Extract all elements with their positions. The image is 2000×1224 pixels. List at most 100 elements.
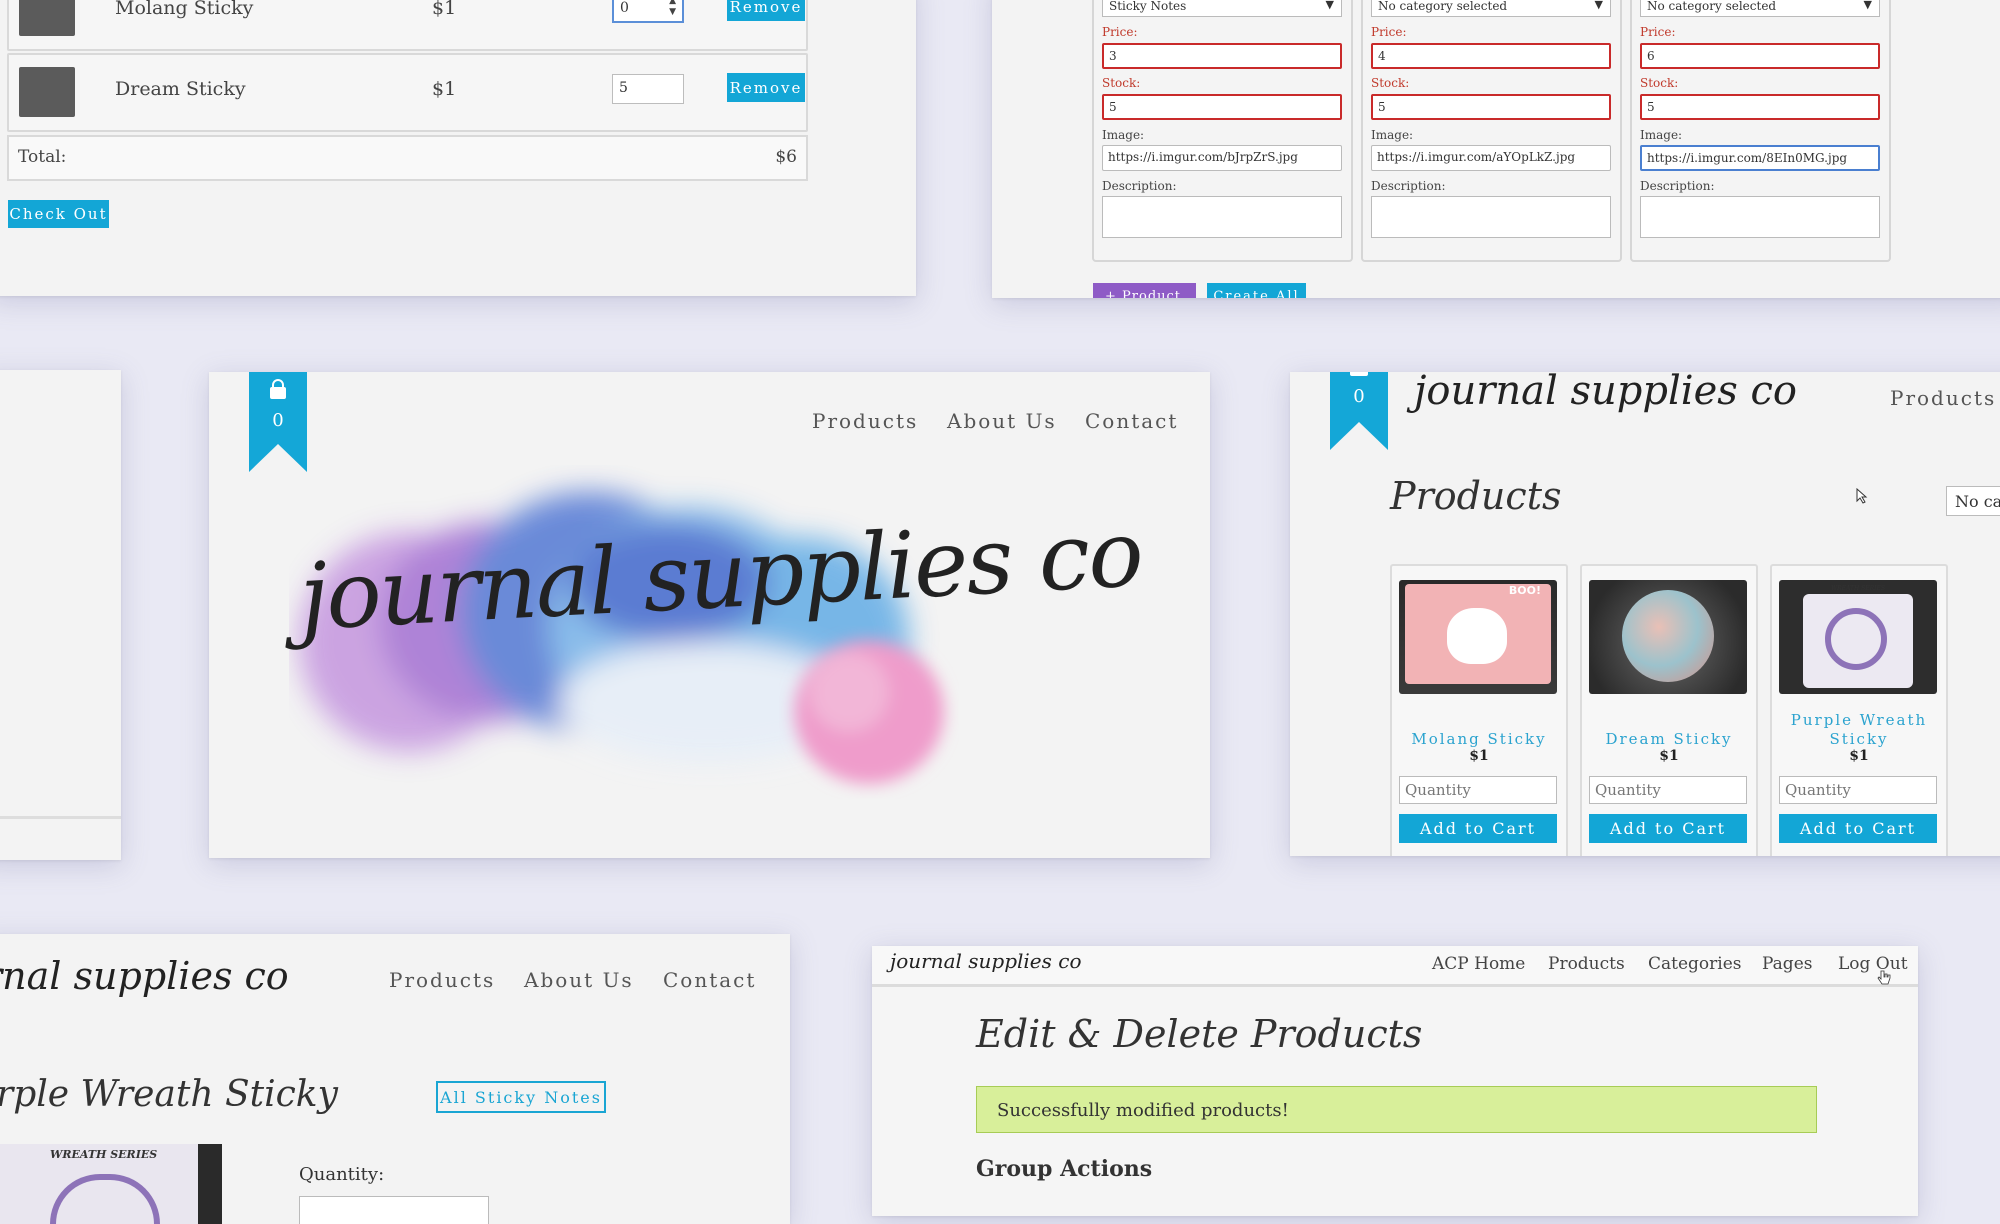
site-logo[interactable]: journal supplies co (1414, 372, 1797, 414)
nav-acp-home-link[interactable]: ACP Home (1432, 954, 1525, 974)
nav-categories-link[interactable]: Categories (1648, 954, 1742, 974)
price-input[interactable]: 6 (1640, 43, 1880, 69)
quantity-input[interactable]: Quantity (1779, 776, 1937, 804)
nav-products-link[interactable]: Products (1548, 954, 1625, 974)
product-price: $1 (1849, 748, 1869, 764)
checkout-button[interactable]: Check Out (8, 200, 109, 228)
quantity-stepper[interactable]: 0 ▲ ▼ (612, 0, 684, 23)
partial-window (0, 370, 121, 860)
cart-count: 0 (272, 410, 284, 431)
image-label: Image: (1371, 128, 1414, 142)
site-logo[interactable]: journal supplies co (890, 949, 1081, 973)
product-name[interactable]: Purple Wreath Sticky (1772, 711, 1946, 749)
new-product-form: No category selected ▼ Price: 6 Stock: 5 … (1630, 0, 1891, 262)
image-url-input[interactable]: https://i.imgur.com/aYOpLkZ.jpg (1371, 145, 1611, 171)
remove-button[interactable]: Remove (727, 0, 805, 21)
nav-contact-link[interactable]: Contact (663, 968, 756, 992)
product-price: $1 (1659, 748, 1679, 764)
nav-about-link[interactable]: About Us (947, 409, 1057, 433)
cart-bookmark[interactable]: 0 (1330, 372, 1388, 450)
product-price: $1 (1469, 748, 1489, 764)
add-to-cart-button[interactable]: Add to Cart (1779, 814, 1937, 843)
cart-bookmark[interactable]: 0 (249, 372, 307, 472)
nav-about-link[interactable]: About Us (524, 968, 634, 992)
spinner-arrows-icon[interactable]: ▲ ▼ (669, 0, 676, 18)
page-title: Edit & Delete Products (976, 1012, 1423, 1056)
description-label: Description: (1371, 179, 1446, 193)
product-card: BOO! Molang Sticky $1 Quantity Add to Ca… (1390, 564, 1568, 856)
dropdown-arrow-icon: ▼ (1325, 0, 1334, 11)
category-filter-select[interactable]: No cat (1946, 486, 2000, 516)
stock-label: Stock: (1371, 76, 1410, 90)
nav-products-link[interactable]: Products (1890, 386, 1996, 410)
products-page-window: 0 journal supplies co Products Products … (1290, 372, 2000, 856)
nav-contact-link[interactable]: Contact (1085, 409, 1178, 433)
nav-pages-link[interactable]: Pages (1762, 954, 1812, 974)
cart-count: 0 (1353, 386, 1365, 407)
add-to-cart-button[interactable]: Add to Cart (1589, 814, 1747, 843)
stock-input[interactable]: 5 (1102, 94, 1342, 120)
add-to-cart-button[interactable]: Add to Cart (1399, 814, 1557, 843)
quantity-input[interactable]: Quantity (1399, 776, 1557, 804)
description-textarea[interactable] (1371, 196, 1611, 238)
product-thumbnail (19, 0, 75, 36)
total-label: Total: (18, 147, 67, 167)
image-label: Image: (1102, 128, 1145, 142)
divider (0, 816, 121, 819)
logout-link[interactable]: Log Out (1838, 954, 1908, 974)
stock-label: Stock: (1640, 76, 1679, 90)
product-name[interactable]: Dream Sticky (1582, 730, 1756, 749)
site-logo[interactable]: rnal supplies co (0, 954, 289, 998)
product-image[interactable]: WREATH SERIES (1779, 580, 1937, 694)
remove-button[interactable]: Remove (727, 73, 805, 102)
product-image[interactable]: BOO! (1399, 580, 1557, 694)
description-label: Description: (1640, 179, 1715, 193)
product-title: rple Wreath Sticky (0, 1074, 338, 1115)
shopping-bag-icon (1350, 372, 1368, 376)
cart-row: Dream Sticky $1 5 Remove (7, 53, 808, 132)
category-select[interactable]: No category selected ▼ (1371, 0, 1611, 17)
description-textarea[interactable] (1102, 196, 1342, 238)
quantity-input[interactable]: Quantity (1589, 776, 1747, 804)
category-button[interactable]: All Sticky Notes (436, 1081, 606, 1113)
create-all-button[interactable]: Create All (1207, 283, 1306, 298)
product-image[interactable] (1589, 580, 1747, 694)
cart-total-row: Total: $6 (7, 135, 808, 181)
product-detail-window: rnal supplies co Products About Us Conta… (0, 934, 790, 1224)
image-label: Image: (1640, 128, 1683, 142)
price-label: Price: (1640, 25, 1676, 39)
price-label: Price: (1371, 25, 1407, 39)
quantity-input[interactable]: 5 (612, 74, 684, 104)
product-name[interactable]: Molang Sticky (1392, 730, 1566, 749)
category-select[interactable]: No category selected ▼ (1640, 0, 1880, 17)
quantity-label: Quantity: (299, 1164, 385, 1185)
cart-item-price: $1 (432, 78, 457, 100)
stock-input[interactable]: 5 (1371, 94, 1611, 120)
nav-products-link[interactable]: Products (812, 409, 918, 433)
product-thumbnail (19, 67, 75, 117)
cart-item-name: Molang Sticky (115, 0, 254, 19)
price-input[interactable]: 3 (1102, 43, 1342, 69)
new-product-form: Sticky Notes ▼ Price: 3 Stock: 5 Image: h… (1092, 0, 1353, 262)
image-url-input[interactable]: https://i.imgur.com/8EIn0MG.jpg (1640, 145, 1880, 171)
cart-window: Molang Sticky $1 0 ▲ ▼ Remove Dream Stick… (0, 0, 916, 296)
total-value: $6 (775, 147, 797, 167)
new-product-form: No category selected ▼ Price: 4 Stock: 5 … (1361, 0, 1622, 262)
category-select[interactable]: Sticky Notes ▼ (1102, 0, 1342, 17)
image-caption: WREATH SERIES (1830, 585, 1886, 592)
stock-label: Stock: (1102, 76, 1141, 90)
dropdown-arrow-icon: ▼ (1863, 0, 1872, 11)
quantity-input[interactable] (299, 1196, 489, 1224)
add-product-button[interactable]: + Product (1093, 283, 1196, 298)
image-caption: WREATH SERIES (50, 1148, 158, 1161)
image-url-input[interactable]: https://i.imgur.com/bJrpZrS.jpg (1102, 145, 1342, 171)
home-page-window: 0 Products About Us Contact journal supp… (209, 372, 1210, 858)
stock-input[interactable]: 5 (1640, 94, 1880, 120)
price-input[interactable]: 4 (1371, 43, 1611, 69)
admin-control-panel-window: journal supplies co ACP Home Products Ca… (872, 946, 1918, 1216)
image-caption: BOO! (1508, 584, 1541, 597)
description-textarea[interactable] (1640, 196, 1880, 238)
product-image: WREATH SERIES (0, 1144, 222, 1224)
cart-item-price: $1 (432, 0, 457, 19)
nav-products-link[interactable]: Products (389, 968, 495, 992)
